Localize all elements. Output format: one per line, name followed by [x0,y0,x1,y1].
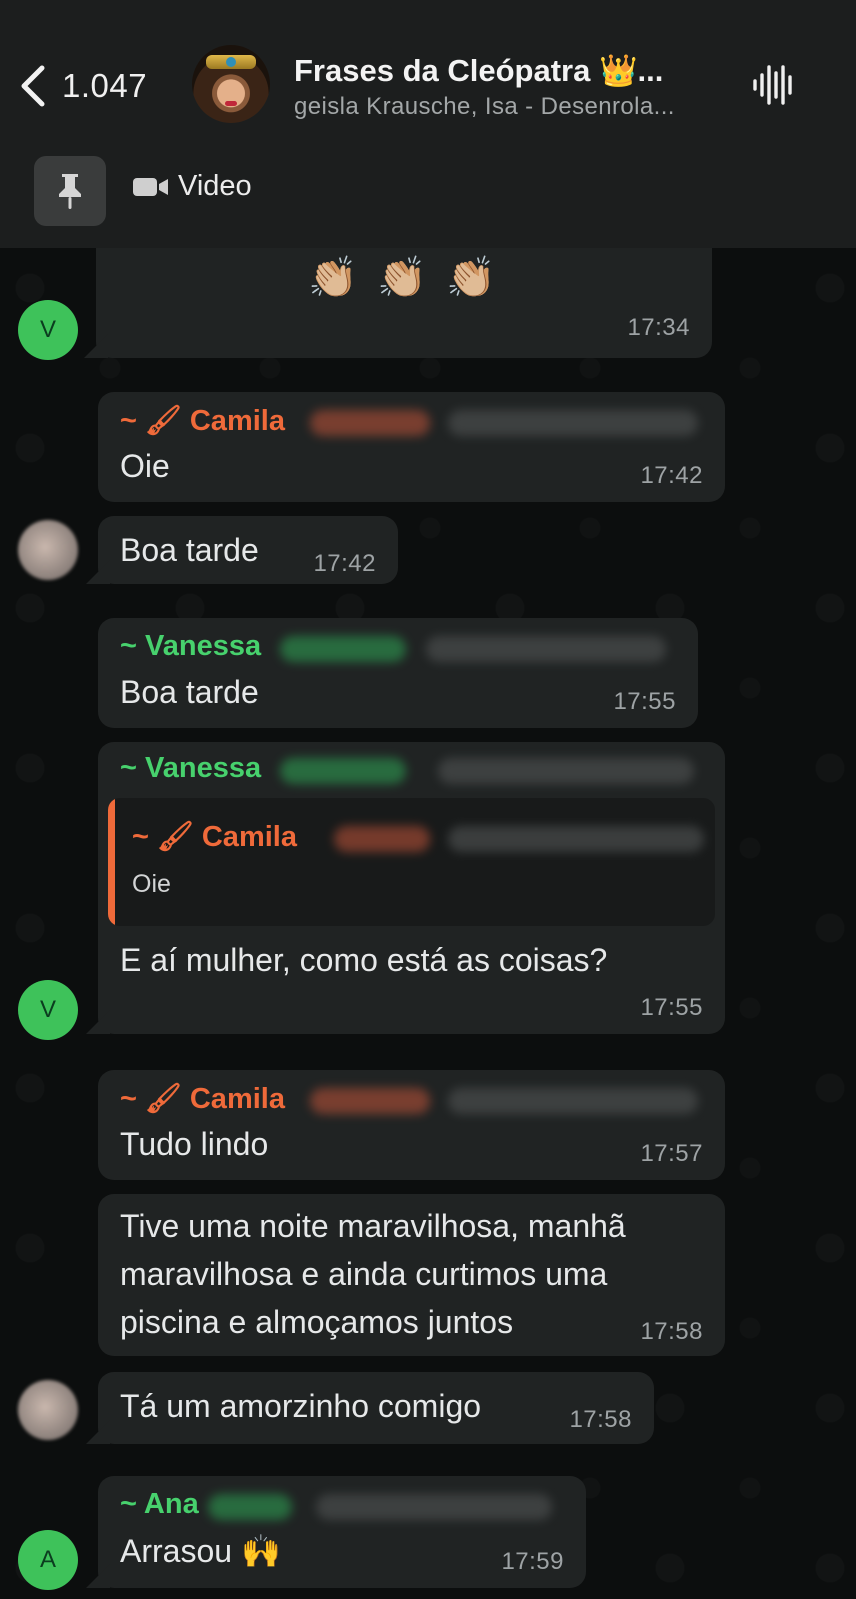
quoted-text: Oie [132,870,171,898]
sender-name[interactable]: ~ 🖌 Camila [120,404,285,438]
message-bubble[interactable]: ~ Vanessa ~ 🖌 Camila Oie E aí mulher, co… [98,742,725,1034]
back-chevron-icon [21,65,45,107]
group-members[interactable]: geisla Krausche, Isa - Desenrola... [294,93,675,121]
redacted-phone [438,758,694,784]
video-camera-icon [133,177,168,196]
message-line-2: maravilhosa e ainda curtimos uma [120,1256,608,1292]
group-avatar[interactable] [192,45,270,123]
sender-name[interactable]: ~ 🖌 Camila [120,1082,285,1116]
video-call-chip[interactable]: Video [132,170,252,203]
message-bubble[interactable]: Boa tarde 17:42 [98,516,398,584]
redacted-name [310,410,430,436]
quoted-message[interactable]: ~ 🖌 Camila Oie [108,798,715,926]
message-bubble[interactable]: Tá um amorzinho comigo 17:58 [98,1372,654,1444]
redacted-name [334,826,430,852]
message-time: 17:34 [627,314,690,341]
message-text: Boa tarde [120,532,259,568]
message-time: 17:42 [313,550,376,577]
message-text: Oie [120,448,170,484]
message-time: 17:58 [569,1406,632,1433]
video-label: Video [178,170,252,202]
message-time: 17:42 [640,462,703,489]
message-bubble[interactable]: Tive uma noite maravilhosa, manhã maravi… [98,1194,725,1356]
pin-icon [59,174,81,209]
redacted-name [280,758,406,784]
redacted-phone [316,1494,552,1520]
pinned-message-button[interactable] [34,156,106,226]
message-text: Tá um amorzinho comigo [120,1388,482,1424]
message-text: Tudo lindo [120,1126,269,1162]
message-text: Arrasou 🙌 [120,1533,281,1569]
message-time: 17:57 [640,1140,703,1167]
redacted-phone [448,826,704,852]
message-bubble[interactable]: ~ 🖌 Camila Oie 17:42 [98,392,725,502]
message-time: 17:55 [640,994,703,1021]
redacted-name [280,636,406,662]
sender-avatar[interactable]: V [18,980,78,1040]
sender-name[interactable]: ~ Vanessa [120,752,261,785]
sender-avatar[interactable]: V [18,300,78,360]
group-title[interactable]: Frases da Cleópatra 👑... [294,52,663,89]
redacted-name [208,1494,292,1520]
voice-wave-icon[interactable] [752,62,796,108]
message-line-1: Tive uma noite maravilhosa, manhã [120,1208,626,1244]
redacted-phone [448,1088,698,1114]
redacted-phone [448,410,698,436]
message-bubble[interactable]: ~ Vanessa Boa tarde 17:55 [98,618,698,728]
sender-name[interactable]: ~ Vanessa [120,630,261,663]
whatsapp-group-chat: 1.047 Frases da Cleópatra 👑... geisla Kr… [0,0,856,1599]
sender-name[interactable]: ~ Ana [120,1488,199,1521]
message-time: 17:55 [613,688,676,715]
chat-header: 1.047 Frases da Cleópatra 👑... geisla Kr… [0,0,856,248]
message-bubble[interactable]: ~ 🖌 Camila Tudo lindo 17:57 [98,1070,725,1180]
redacted-name [310,1088,430,1114]
message-text: E aí mulher, como está as coisas? [120,942,608,978]
message-text: 👏🏼 👏🏼 👏🏼 [308,256,500,300]
sender-avatar[interactable]: A [18,1530,78,1590]
message-text: Boa tarde [120,674,259,710]
sender-avatar[interactable] [18,520,78,580]
quoted-sender: ~ 🖌 Camila [132,821,297,853]
message-bubble[interactable]: ~ Ana Arrasou 🙌 17:59 [98,1476,586,1588]
message-time: 17:59 [501,1548,564,1575]
message-line-3: piscina e almoçamos juntos [120,1304,514,1340]
unread-count: 1.047 [62,67,148,104]
sender-avatar[interactable] [18,1380,78,1440]
chat-area: 👏🏼 👏🏼 👏🏼 17:34 V ~ 🖌 Camila Oie 17:42 Bo… [0,228,856,1599]
message-time: 17:58 [640,1318,703,1345]
back-button[interactable]: 1.047 [18,60,147,112]
redacted-phone [426,636,666,662]
